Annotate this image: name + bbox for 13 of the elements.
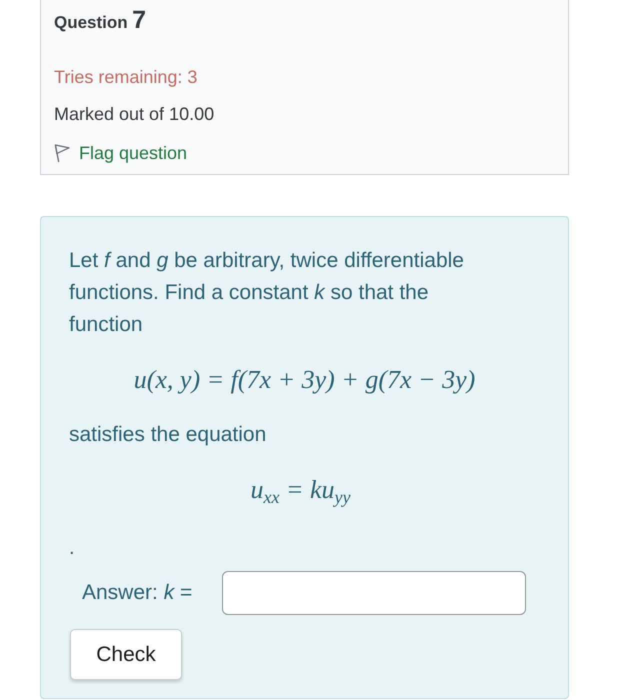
answer-input-field[interactable] bbox=[222, 571, 526, 615]
period-text: . bbox=[69, 536, 75, 561]
answer-label: Answer: k = bbox=[82, 580, 194, 606]
equation-intro-text: satisfies the equation bbox=[69, 422, 266, 448]
question-text: Let f and g be arbitrary, twice differentiable functions. Find a constant k so that the function bbox=[69, 248, 465, 338]
question-title: Question 7 bbox=[54, 6, 146, 36]
function-formula: u(x, y) = f(7x + 3y) + g(7x − 3y) bbox=[134, 364, 476, 396]
flag-icon[interactable] bbox=[54, 144, 70, 162]
tries-remaining-text: Tries remaining: 3 bbox=[54, 66, 198, 89]
marks-text: Marked out of 10.00 bbox=[54, 103, 214, 126]
check-button[interactable]: Check bbox=[70, 629, 182, 680]
differential-equation: u$_{xx}$ = ku$_{yy}$ bbox=[250, 474, 351, 508]
flag-question-link[interactable]: Flag question bbox=[79, 141, 188, 165]
